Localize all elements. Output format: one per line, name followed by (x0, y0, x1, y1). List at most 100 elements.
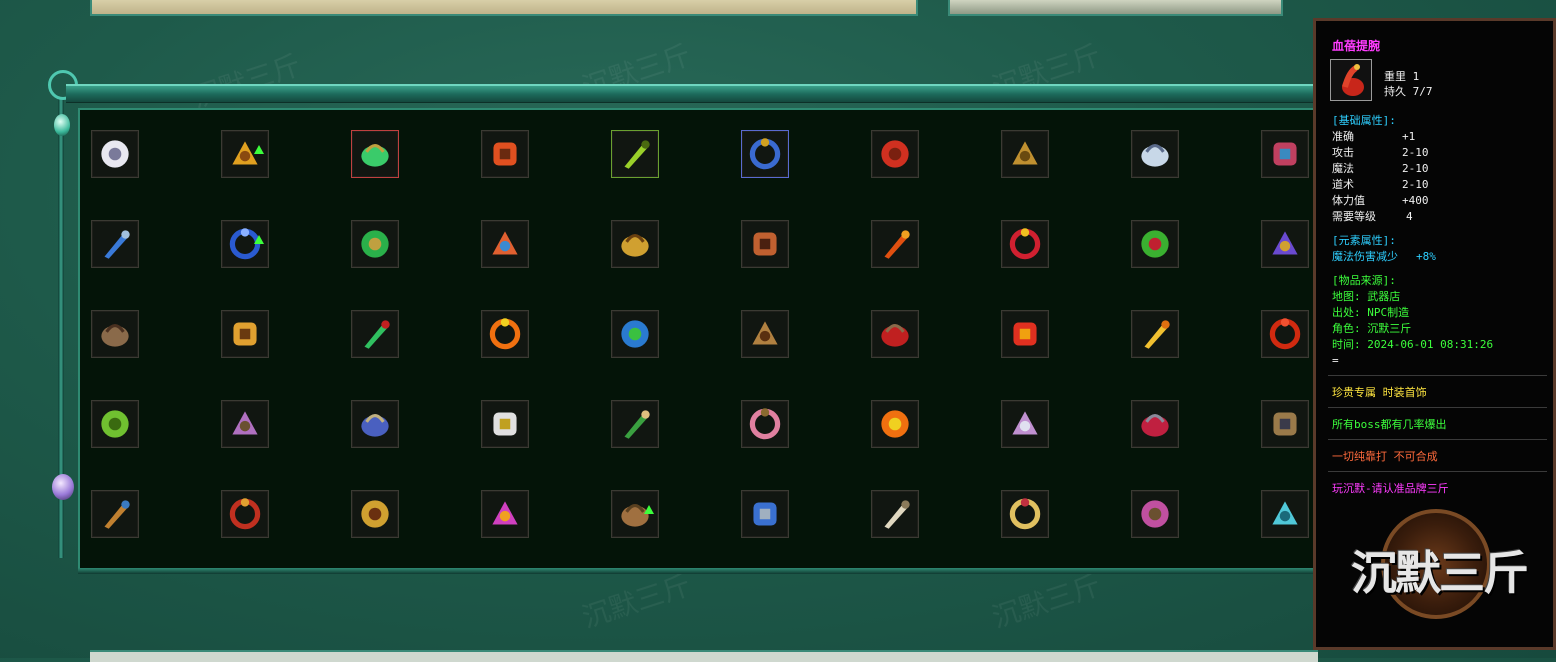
axe-icon (874, 133, 916, 175)
inventory-slot[interactable] (481, 310, 529, 358)
inventory-slot[interactable] (1131, 310, 1179, 358)
dark-ring-icon (1264, 403, 1306, 445)
item-weight: 重里 1 (1384, 70, 1420, 83)
purple-armor-icon (1264, 223, 1306, 265)
inventory-slot[interactable] (1131, 130, 1179, 178)
fire-handcuffs-icon (484, 313, 526, 355)
inventory-slot[interactable] (91, 130, 139, 178)
bone-claw-icon (874, 493, 916, 535)
inventory-slot[interactable] (481, 400, 529, 448)
top-panel-right (948, 0, 1283, 16)
inventory-slot[interactable] (351, 220, 399, 268)
inventory-slot[interactable] (1131, 400, 1179, 448)
divider (1328, 375, 1547, 376)
inventory-slot[interactable] (1001, 130, 1049, 178)
inventory-slot[interactable] (1261, 310, 1309, 358)
green-beetle-icon (94, 403, 136, 445)
inventory-slot[interactable] (1261, 400, 1309, 448)
bronze-helmet-icon (614, 493, 656, 535)
stat-label: 体力值 (1332, 194, 1365, 207)
inventory-slot[interactable] (1131, 220, 1179, 268)
brand-logo: 沉默三斤 (1336, 509, 1536, 639)
gemstone-ring-icon (1004, 493, 1046, 535)
bottom-panel-edge (90, 650, 1318, 662)
inventory-slot[interactable] (1261, 490, 1309, 538)
inventory-slot[interactable] (871, 310, 919, 358)
item-source-line: 时间: 2024-06-01 08:31:26 (1332, 338, 1494, 351)
inventory-slot[interactable] (741, 310, 789, 358)
inventory-slot[interactable] (221, 220, 269, 268)
stat-value: +400 (1402, 194, 1429, 207)
inventory-slot[interactable] (741, 220, 789, 268)
inventory-slot[interactable] (481, 490, 529, 538)
inventory-slot[interactable] (611, 130, 659, 178)
inventory-slot[interactable] (481, 130, 529, 178)
divider (1328, 471, 1547, 472)
inventory-slot[interactable] (1001, 220, 1049, 268)
inventory-slot[interactable] (611, 400, 659, 448)
stat-value: 4 (1406, 210, 1413, 223)
inventory-slot[interactable] (481, 220, 529, 268)
inventory-slot[interactable] (741, 490, 789, 538)
stat-label: 攻击 (1332, 146, 1354, 159)
silver-coil-icon (1004, 403, 1046, 445)
red-gourd-icon (1264, 313, 1306, 355)
inventory-slot[interactable] (871, 490, 919, 538)
item-thumbnail (1330, 59, 1372, 101)
green-tassel-icon (614, 403, 656, 445)
stat-value: +1 (1402, 130, 1416, 143)
inventory-slot[interactable] (91, 220, 139, 268)
base-attributes-header: [基础属性]: (1332, 114, 1396, 127)
inventory-slot[interactable] (1001, 310, 1049, 358)
frame-gem-ornament (54, 114, 70, 136)
inventory-slot[interactable] (611, 310, 659, 358)
inventory-slot[interactable] (871, 400, 919, 448)
item-source-line: 出处: NPC制造 (1332, 306, 1410, 319)
inventory-slot[interactable] (1261, 130, 1309, 178)
inventory-slot[interactable] (611, 490, 659, 538)
inventory-slot[interactable] (871, 220, 919, 268)
inventory-slot[interactable] (351, 400, 399, 448)
inventory-slot[interactable] (91, 490, 139, 538)
upgrade-arrow-icon (254, 235, 264, 244)
inventory-slot[interactable] (1261, 220, 1309, 268)
divider (1328, 407, 1547, 408)
item-source-line: 地图: 武器店 (1332, 290, 1401, 303)
inventory-slot[interactable] (741, 130, 789, 178)
inventory-slot[interactable] (1001, 400, 1049, 448)
lotus-gem-ornament (52, 474, 74, 500)
inventory-slot[interactable] (221, 400, 269, 448)
inventory-slot[interactable] (221, 490, 269, 538)
inventory-slot[interactable] (871, 130, 919, 178)
inventory-slot[interactable] (351, 310, 399, 358)
inventory-slot[interactable] (1001, 490, 1049, 538)
inventory-slot[interactable] (351, 130, 399, 178)
inventory-slot[interactable] (91, 310, 139, 358)
inventory-slot[interactable] (741, 400, 789, 448)
inventory-slot[interactable] (221, 310, 269, 358)
jeweled-armlet-icon (1264, 133, 1306, 175)
feather-fan-icon (484, 223, 526, 265)
inventory-slot[interactable] (611, 220, 659, 268)
compass-charm-icon (94, 133, 136, 175)
inventory-title-bar[interactable] (66, 84, 1328, 103)
inventory-slot[interactable] (351, 490, 399, 538)
inventory-slot[interactable] (1131, 490, 1179, 538)
golden-figure-icon (224, 313, 266, 355)
stat-value: 2-10 (1402, 146, 1429, 159)
inventory-window (48, 70, 1328, 578)
inventory-slot[interactable] (221, 130, 269, 178)
blue-beast-icon (224, 223, 266, 265)
inventory-grid (78, 108, 1318, 570)
item-note-no-craft: 一切纯靠打 不可合成 (1332, 450, 1438, 463)
claw-weapon-icon (1134, 403, 1176, 445)
dragon-blade-icon (484, 133, 526, 175)
divider (1328, 439, 1547, 440)
green-amulet-icon (354, 223, 396, 265)
stat-label: 魔法 (1332, 162, 1354, 175)
flower-basket-icon (744, 403, 786, 445)
item-name: 血蓓提腕 (1332, 39, 1381, 53)
inventory-slot[interactable] (91, 400, 139, 448)
sapphire-ring-icon (744, 493, 786, 535)
top-panel-left (90, 0, 918, 16)
